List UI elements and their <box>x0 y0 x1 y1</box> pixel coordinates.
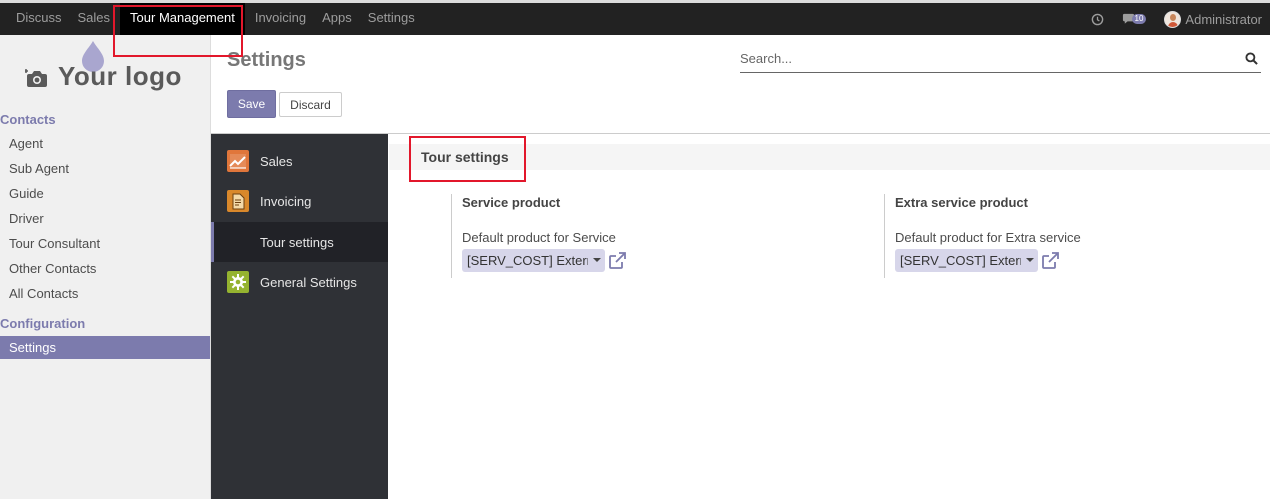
menu-sales[interactable]: Sales <box>70 3 119 35</box>
menu-discuss[interactable]: Discuss <box>0 3 70 35</box>
settings-app-sidebar: Sales Invoicing Tour settings General Se… <box>211 134 388 499</box>
menu-tour-management[interactable]: Tour Management <box>120 3 245 35</box>
clock-icon[interactable] <box>1091 13 1104 26</box>
app-tab-sales[interactable]: Sales <box>211 141 388 181</box>
sales-chart-icon <box>227 150 249 172</box>
block-title: Tour settings <box>421 149 509 165</box>
messages-button[interactable]: 10 <box>1122 13 1147 25</box>
sidebar-item-other-contacts[interactable]: Other Contacts <box>0 257 210 280</box>
app-tab-label: Invoicing <box>260 193 312 209</box>
app-tab-label: Tour settings <box>260 234 334 250</box>
sidebar-item-driver[interactable]: Driver <box>0 207 210 230</box>
external-link-icon[interactable] <box>1041 251 1060 270</box>
setting-field-row: [SERV_COST] External Service <box>462 249 871 272</box>
extra-service-product-select[interactable]: [SERV_COST] External Service <box>895 249 1038 272</box>
search-input[interactable] <box>740 51 1230 66</box>
messages-badge: 10 <box>1131 14 1147 24</box>
systray: 10 Administrator <box>1073 3 1262 35</box>
setting-extra-service-product: Extra service product Default product fo… <box>884 194 1264 278</box>
left-sidebar: Your logo Contacts Agent Sub Agent Guide… <box>0 35 211 499</box>
invoice-icon <box>227 190 249 212</box>
configuration-heading[interactable]: Configuration <box>0 316 85 331</box>
logo-text: Your logo <box>58 61 182 91</box>
sidebar-item-tour-consultant[interactable]: Tour Consultant <box>0 232 210 255</box>
search-bar <box>740 47 1261 73</box>
gear-icon <box>227 271 249 293</box>
setting-title: Service product <box>462 195 561 210</box>
menu-apps[interactable]: Apps <box>314 3 360 35</box>
sidebar-item-all-contacts[interactable]: All Contacts <box>0 282 210 305</box>
setting-field-row: [SERV_COST] External Service <box>895 249 1264 272</box>
select-value: [SERV_COST] External Service <box>467 253 588 268</box>
save-button[interactable]: Save <box>227 90 276 118</box>
app-tab-label: Sales <box>260 153 293 169</box>
control-panel: Settings Save Discard <box>211 35 1270 134</box>
caret-down-icon <box>1026 258 1034 262</box>
user-menu[interactable]: Administrator <box>1164 10 1262 28</box>
app-tab-label: General Settings <box>260 274 357 290</box>
block-title-bar <box>389 144 1270 170</box>
caret-down-icon <box>593 258 601 262</box>
avatar <box>1164 10 1182 28</box>
app-tab-tour-settings[interactable]: Tour settings <box>211 222 388 262</box>
discard-button[interactable]: Discard <box>279 92 342 117</box>
company-logo[interactable]: Your logo <box>10 41 190 101</box>
select-value: [SERV_COST] External Service <box>900 253 1021 268</box>
app-tab-invoicing[interactable]: Invoicing <box>211 181 388 221</box>
setting-title: Extra service product <box>895 195 1028 210</box>
external-link-icon[interactable] <box>608 251 627 270</box>
menu-invoicing[interactable]: Invoicing <box>247 3 314 35</box>
setting-description: Default product for Extra service <box>895 230 1081 245</box>
setting-description: Default product for Service <box>462 230 616 245</box>
sidebar-item-agent[interactable]: Agent <box>0 132 210 155</box>
setting-service-product: Service product Default product for Serv… <box>451 194 871 278</box>
sidebar-item-guide[interactable]: Guide <box>0 182 210 205</box>
search-icon[interactable] <box>1245 52 1258 65</box>
app-tab-general-settings[interactable]: General Settings <box>211 262 388 302</box>
sidebar-item-settings[interactable]: Settings <box>0 336 210 359</box>
contacts-heading[interactable]: Contacts <box>0 112 56 127</box>
menu-settings[interactable]: Settings <box>360 3 423 35</box>
camera-icon <box>25 69 47 87</box>
user-name: Administrator <box>1185 11 1262 27</box>
settings-content: Tour settings Service product Default pr… <box>389 134 1270 499</box>
top-navbar: Discuss Sales Tour Management Invoicing … <box>0 0 1270 35</box>
service-product-select[interactable]: [SERV_COST] External Service <box>462 249 605 272</box>
main-menu: Discuss Sales Tour Management Invoicing … <box>0 3 423 35</box>
page-title: Settings <box>227 49 306 71</box>
sidebar-item-sub-agent[interactable]: Sub Agent <box>0 157 210 180</box>
